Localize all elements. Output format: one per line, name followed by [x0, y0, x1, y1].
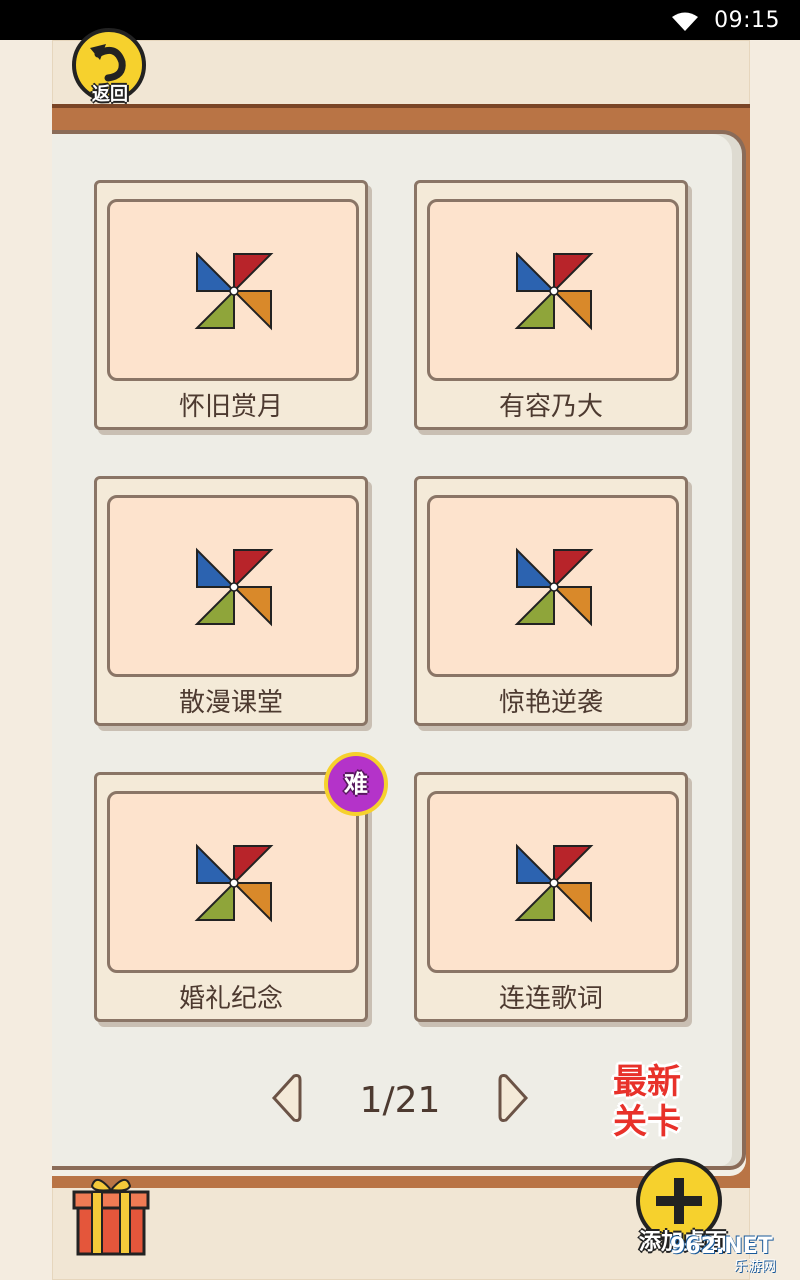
level-thumbnail: [107, 791, 359, 973]
pinwheel-icon: [514, 547, 594, 627]
level-title: 连连歌词: [498, 984, 603, 1014]
level-thumbnail: [427, 791, 679, 973]
level-thumbnail: [107, 495, 359, 677]
next-page-button[interactable]: [492, 1070, 536, 1126]
pinwheel-icon: [194, 547, 274, 627]
site-watermark: 962.NET 乐游网: [660, 1230, 796, 1276]
level-card[interactable]: 有容乃大: [414, 180, 688, 430]
pinwheel-icon: [514, 843, 594, 923]
pinwheel-icon: [194, 251, 274, 331]
gift-box-icon[interactable]: [68, 1168, 154, 1258]
level-card[interactable]: 怀旧赏月: [94, 180, 368, 430]
newest-levels-button[interactable]: 最新 关卡: [600, 1062, 694, 1150]
level-title: 散漫课堂: [178, 688, 283, 718]
watermark-sub: 乐游网: [734, 1259, 776, 1275]
pinwheel-icon: [194, 843, 274, 923]
level-card[interactable]: 连连歌词: [414, 772, 688, 1022]
back-label: 返回: [92, 84, 128, 105]
back-button[interactable]: 返回: [68, 28, 152, 112]
level-title: 惊艳逆袭: [498, 688, 603, 718]
newest-line2: 关卡: [613, 1102, 681, 1142]
prev-page-button[interactable]: [264, 1070, 308, 1126]
level-thumbnail: [427, 199, 679, 381]
wifi-icon: [672, 12, 698, 31]
level-title: 有容乃大: [498, 392, 603, 422]
page-indicator: 1/21: [359, 1080, 441, 1121]
newest-line1: 最新: [613, 1062, 681, 1102]
left-margin: [0, 40, 52, 1280]
right-margin: [750, 40, 800, 1280]
level-title: 婚礼纪念: [178, 984, 283, 1014]
level-card[interactable]: 婚礼纪念: [94, 772, 368, 1022]
level-card[interactable]: 散漫课堂: [94, 476, 368, 726]
hard-badge: 难: [324, 752, 388, 816]
level-title: 怀旧赏月: [178, 392, 283, 422]
pinwheel-icon: [514, 251, 594, 331]
level-card[interactable]: 惊艳逆袭: [414, 476, 688, 726]
pager: 1/21: [260, 1070, 540, 1134]
level-thumbnail: [427, 495, 679, 677]
status-time: 09:15: [714, 8, 780, 33]
level-thumbnail: [107, 199, 359, 381]
